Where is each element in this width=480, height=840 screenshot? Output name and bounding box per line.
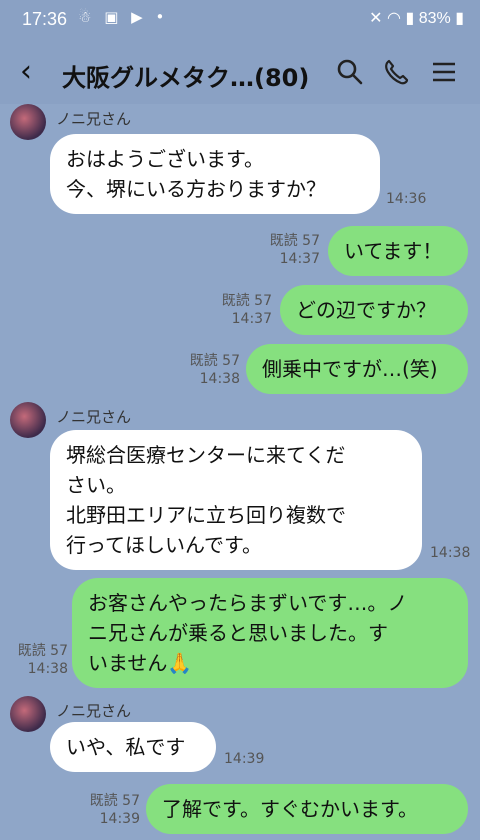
chat-title: 大阪グルメタク…(80) xyxy=(62,64,310,92)
avatar[interactable] xyxy=(10,402,46,438)
message-list: ノニ兄さん おはようございます。 今、堺にいる方おりますか？ 14:36 既読 … xyxy=(0,104,480,840)
menu-icon[interactable] xyxy=(428,56,460,88)
read-receipt: 既読 57 xyxy=(17,643,68,659)
chat-header: ‹ 大阪グルメタク…(80) xyxy=(0,44,480,104)
message-meta: 既読 57 14:38 xyxy=(180,352,240,388)
message-bubble[interactable]: 側乗中ですが…(笑) xyxy=(246,344,468,394)
sender-name: ノニ兄さん xyxy=(56,110,132,128)
message-bubble[interactable]: いや、私です xyxy=(50,722,216,772)
message-line: 堺総合医療センターに来てくだ xyxy=(66,443,346,467)
avatar[interactable] xyxy=(10,104,46,140)
sender-name: ノニ兄さん xyxy=(56,702,132,720)
message-meta: 既読 57 14:37 xyxy=(212,292,272,328)
battery-icon: ▮ xyxy=(455,10,464,27)
search-icon[interactable] xyxy=(334,56,366,88)
message-bubble[interactable]: 堺総合医療センターに来てくだ さい。 北野田エリアに立ち回り複数で 行ってほしい… xyxy=(50,430,422,570)
message-line: いません🙏 xyxy=(88,651,193,675)
message-bubble[interactable]: お客さんやったらまずいです…。ノ ニ兄さんが乗ると思いました。す いません🙏 xyxy=(72,578,468,688)
signal-icon: ▮ xyxy=(405,10,415,27)
message-line: 了解です。すぐむかいます。 xyxy=(162,797,418,821)
message-time: 14:38 xyxy=(199,371,240,387)
message-line: 今、堺にいる方おりますか？ xyxy=(66,177,326,201)
status-time: 17:36 xyxy=(22,9,68,29)
message-time: 14:38 xyxy=(27,661,68,677)
sender-name: ノニ兄さん xyxy=(56,408,132,426)
message-line: お客さんやったらまずいです…。ノ xyxy=(88,591,408,615)
message-bubble[interactable]: どの辺ですか？ xyxy=(280,285,468,335)
chevron-left-icon[interactable]: ‹ xyxy=(20,54,32,90)
message-time: 14:36 xyxy=(386,191,427,207)
message-bubble[interactable]: おはようございます。 今、堺にいる方おりますか？ xyxy=(50,134,380,214)
message-line: さい。 xyxy=(66,473,126,497)
read-receipt: 既読 57 xyxy=(269,233,320,249)
message-line: 北野田エリアに立ち回り複数で xyxy=(66,503,346,527)
message-meta: 既読 57 14:38 xyxy=(6,642,68,678)
message-line: どの辺ですか？ xyxy=(296,298,436,322)
message-bubble[interactable]: 了解です。すぐむかいます。 xyxy=(146,784,468,834)
phone-icon[interactable] xyxy=(380,56,412,88)
message-time: 14:39 xyxy=(224,751,265,767)
read-receipt: 既読 57 xyxy=(221,293,272,309)
mute-icon: ✕ xyxy=(369,10,383,27)
status-right: ✕ ◠ ▮ 83% ▮ xyxy=(369,8,464,28)
message-time: 14:39 xyxy=(99,811,140,827)
message-line: 側乗中ですが…(笑) xyxy=(262,357,438,381)
message-line: ニ兄さんが乗ると思いました。す xyxy=(88,621,388,645)
message-meta: 既読 57 14:37 xyxy=(260,232,320,268)
status-bar: 17:36 ☃ ▣ ▶ • ✕ ◠ ▮ 83% ▮ xyxy=(0,0,480,44)
battery-level: 83% xyxy=(418,10,451,27)
message-line: 行ってほしいんです。 xyxy=(66,533,262,557)
message-time: 14:38 xyxy=(430,545,471,561)
message-time: 14:37 xyxy=(231,311,272,327)
notification-icons: ☃ ▣ ▶ • xyxy=(78,8,169,26)
read-receipt: 既読 57 xyxy=(89,793,140,809)
message-line: いや、私です xyxy=(66,735,186,759)
read-receipt: 既読 57 xyxy=(189,353,240,369)
message-meta: 既読 57 14:39 xyxy=(78,792,140,828)
message-line: いてます！ xyxy=(344,239,443,263)
message-time: 14:37 xyxy=(279,251,320,267)
avatar[interactable] xyxy=(10,696,46,732)
message-bubble[interactable]: いてます！ xyxy=(328,226,468,276)
wifi-icon: ◠ xyxy=(387,10,401,27)
message-line: おはようございます。 xyxy=(66,147,264,171)
